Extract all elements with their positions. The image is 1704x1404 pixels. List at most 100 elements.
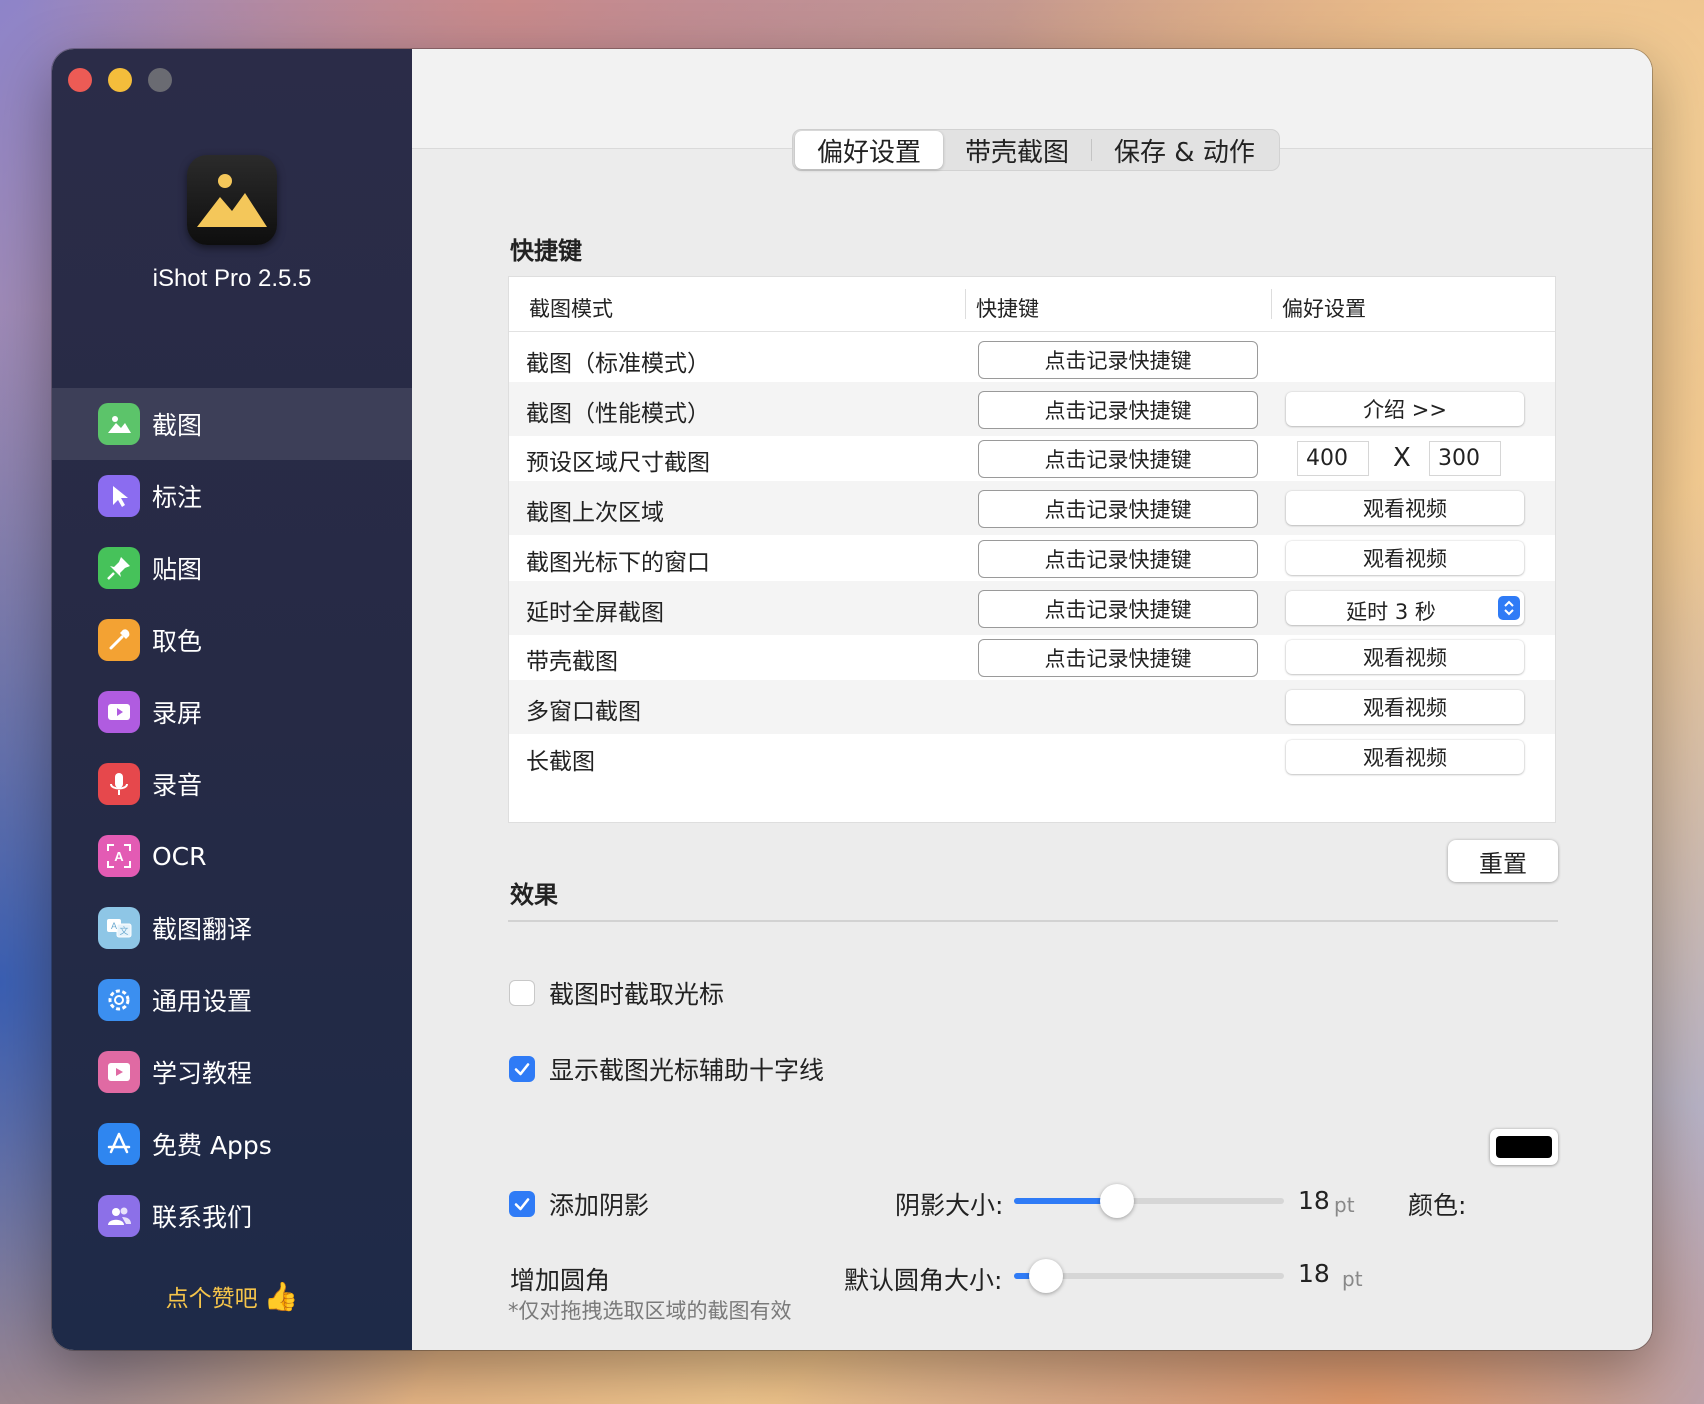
- video-icon: [98, 691, 140, 733]
- watch-video-button[interactable]: 观看视频: [1286, 640, 1524, 675]
- svg-text:A: A: [114, 849, 124, 864]
- mode-label: 延时全屏截图: [526, 599, 664, 626]
- table-row: 截图上次区域 点击记录快捷键 观看视频: [509, 481, 1555, 536]
- sidebar-item-label: 录屏: [152, 699, 203, 728]
- sidebar-item-label: 截图翻译: [152, 915, 253, 944]
- tab-bar: 偏好设置 带壳截图 保存 & 动作: [792, 129, 1280, 171]
- main-panel: 偏好设置 带壳截图 保存 & 动作 快捷键 截图模式 快捷键 偏好设置 截图（标…: [412, 49, 1652, 1350]
- record-shortcut-button[interactable]: 点击记录快捷键: [978, 490, 1258, 529]
- sidebar-item-ocr[interactable]: A OCR: [52, 820, 412, 892]
- mode-label: 截图（标准模式）: [526, 351, 710, 377]
- app-name: iShot Pro 2.5.5: [152, 265, 312, 292]
- shadow-checkbox[interactable]: [509, 1191, 535, 1217]
- sidebar-item-label: 取色: [152, 627, 203, 656]
- mode-label: 截图光标下的窗口: [526, 549, 710, 576]
- zoom-window-button[interactable]: [148, 68, 172, 92]
- corner-size-unit: pt: [1342, 1267, 1363, 1291]
- close-window-button[interactable]: [68, 68, 92, 92]
- record-shortcut-button[interactable]: 点击记录快捷键: [978, 440, 1258, 479]
- like-link[interactable]: 点个赞吧 👍: [52, 1279, 412, 1313]
- crosshair-option[interactable]: 显示截图光标辅助十字线: [509, 1051, 824, 1087]
- sidebar-item-pin[interactable]: 贴图: [52, 532, 412, 604]
- capture-cursor-option[interactable]: 截图时截取光标: [509, 975, 724, 1011]
- shadow-color-well[interactable]: [1490, 1129, 1558, 1165]
- shadow-option[interactable]: 添加阴影: [509, 1186, 649, 1222]
- corner-note: *仅对拖拽选取区域的截图有效: [508, 1299, 792, 1323]
- record-shortcut-button[interactable]: 点击记录快捷键: [978, 539, 1258, 578]
- sidebar-item-label: 截图: [152, 411, 203, 440]
- checkmark-icon: [514, 1198, 530, 1211]
- table-row: 截图（标准模式） 点击记录快捷键: [509, 332, 1555, 386]
- corner-size-value: 18: [1298, 1259, 1330, 1288]
- shadow-color-label: 颜色:: [1408, 1191, 1467, 1220]
- translate-icon: A文: [98, 907, 140, 949]
- table-row: 多窗口截图 观看视频: [509, 679, 1555, 734]
- sidebar-item-appstore[interactable]: 免费 Apps: [52, 1108, 412, 1180]
- shortcuts-title: 快捷键: [510, 237, 582, 265]
- intro-button[interactable]: 介绍 >>: [1286, 391, 1524, 426]
- shortcuts-table: 截图模式 快捷键 偏好设置 截图（标准模式） 点击记录快捷键 截图（性能模式） 点击记…: [508, 276, 1556, 823]
- sidebar-item-gear[interactable]: 通用设置: [52, 964, 412, 1036]
- shadow-size-unit: pt: [1334, 1193, 1355, 1217]
- sidebar-item-image[interactable]: 截图: [52, 388, 412, 460]
- record-shortcut-button[interactable]: 点击记录快捷键: [978, 390, 1258, 429]
- tab-preferences[interactable]: 偏好设置: [795, 131, 944, 169]
- table-row: 带壳截图 点击记录快捷键 观看视频: [509, 630, 1555, 684]
- table-row: 长截图 观看视频: [509, 730, 1555, 784]
- watch-video-button[interactable]: 观看视频: [1286, 540, 1524, 575]
- preset-height-input[interactable]: 300: [1429, 441, 1501, 477]
- slider-knob[interactable]: [1099, 1184, 1134, 1218]
- shadow-size-label: 阴影大小:: [895, 1191, 1004, 1220]
- crosshair-checkbox[interactable]: [509, 1056, 535, 1082]
- sidebar-item-label: 学习教程: [152, 1059, 253, 1088]
- sidebar-item-mic[interactable]: 录音: [52, 748, 412, 820]
- capture-cursor-checkbox[interactable]: [509, 980, 535, 1006]
- pin-icon: [98, 547, 140, 589]
- tab-device-frame[interactable]: 带壳截图: [943, 131, 1091, 169]
- corner-size-slider[interactable]: [1014, 1259, 1284, 1293]
- watch-video-button[interactable]: 观看视频: [1286, 689, 1524, 724]
- sidebar-item-label: 免费 Apps: [152, 1131, 272, 1160]
- shadow-label: 添加阴影: [549, 1191, 650, 1220]
- delay-select[interactable]: 延时 3 秒: [1286, 590, 1524, 625]
- column-divider: [965, 289, 966, 319]
- slider-knob[interactable]: [1029, 1259, 1064, 1293]
- column-header-preferences: 偏好设置: [1282, 297, 1366, 321]
- record-shortcut-button[interactable]: 点击记录快捷键: [978, 589, 1258, 628]
- reset-button[interactable]: 重置: [1448, 840, 1558, 882]
- crosshair-label: 显示截图光标辅助十字线: [549, 1056, 825, 1085]
- minimize-window-button[interactable]: [108, 68, 132, 92]
- table-row: 截图光标下的窗口 点击记录快捷键 观看视频: [509, 531, 1555, 585]
- record-shortcut-button[interactable]: 点击记录快捷键: [978, 639, 1258, 678]
- checkmark-icon: [514, 1063, 530, 1076]
- column-header-mode: 截图模式: [529, 297, 613, 321]
- record-shortcut-button[interactable]: 点击记录快捷键: [978, 341, 1258, 379]
- sidebar-item-eyedropper[interactable]: 取色: [52, 604, 412, 676]
- sidebar-item-translate[interactable]: A 文截图翻译: [52, 892, 412, 964]
- ocr-icon: A: [98, 835, 140, 877]
- capture-cursor-label: 截图时截取光标: [549, 980, 725, 1009]
- updown-chevron-icon: [1498, 595, 1520, 620]
- sidebar-item-tutorial[interactable]: 学习教程: [52, 1036, 412, 1108]
- table-row: 截图（性能模式） 点击记录快捷键 介绍 >>: [509, 381, 1555, 436]
- sidebar-item-label: OCR: [152, 841, 207, 871]
- sidebar-item-contacts[interactable]: 联系我们: [52, 1180, 412, 1252]
- shadow-size-value: 18: [1298, 1186, 1330, 1215]
- watch-video-button[interactable]: 观看视频: [1286, 491, 1524, 526]
- mode-label: 截图（性能模式）: [526, 400, 710, 427]
- tab-save-actions[interactable]: 保存 & 动作: [1092, 131, 1277, 169]
- table-row: 预设区域尺寸截图 点击记录快捷键 400 X 300: [509, 431, 1555, 485]
- preset-width-input[interactable]: 400: [1297, 441, 1369, 477]
- sidebar-item-pointer[interactable]: 标注: [52, 460, 412, 532]
- like-label: 点个赞吧: [165, 1286, 258, 1312]
- watch-video-button[interactable]: 观看视频: [1286, 739, 1524, 774]
- thumbs-up-icon: 👍: [263, 1280, 299, 1313]
- gear-icon: [98, 979, 140, 1021]
- shadow-size-slider[interactable]: [1014, 1184, 1284, 1218]
- column-header-shortcut: 快捷键: [976, 297, 1039, 321]
- mode-label: 预设区域尺寸截图: [526, 450, 710, 477]
- svg-text:A: A: [111, 921, 117, 931]
- sidebar-item-video[interactable]: 录屏: [52, 676, 412, 748]
- column-divider: [1271, 289, 1272, 319]
- size-separator: X: [1393, 443, 1411, 474]
